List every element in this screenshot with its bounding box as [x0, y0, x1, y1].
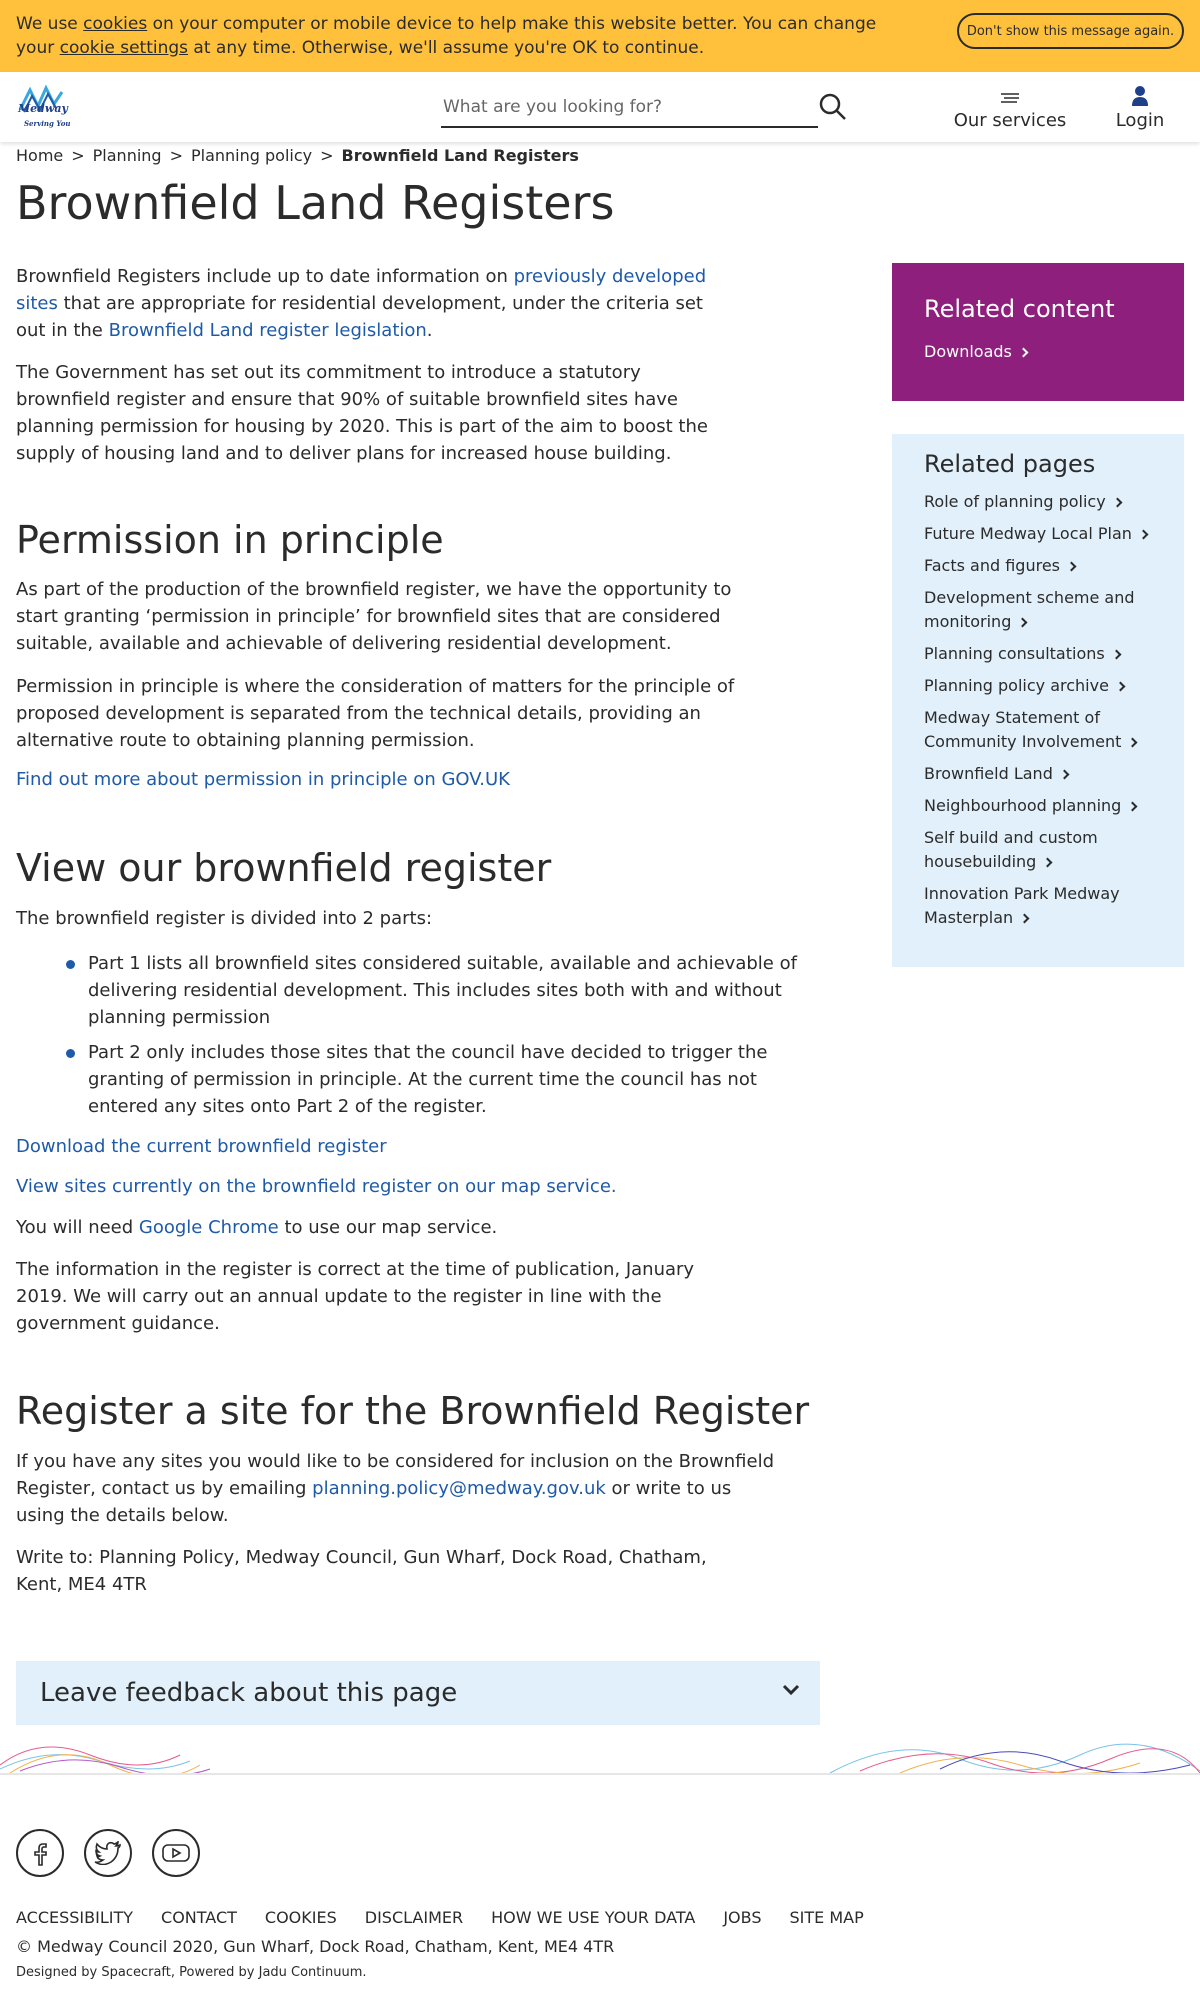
download-register-link[interactable]: Download the current brownfield register: [16, 1136, 387, 1157]
pip-paragraph-1: As part of the production of the brownfi…: [16, 579, 732, 654]
related-page-link[interactable]: Facts and figures: [924, 554, 1164, 578]
breadcrumb-separator: >: [320, 146, 334, 165]
breadcrumb: Home > Planning > Planning policy > Brownfield…: [16, 146, 579, 165]
breadcrumb-home[interactable]: Home: [16, 146, 63, 165]
medway-logo[interactable]: Medway Serving You: [16, 82, 80, 130]
twitter-icon: [94, 1841, 121, 1865]
cookie-message: We use cookies on your computer or mobil…: [16, 14, 877, 58]
related-page-link[interactable]: Neighbourhood planning: [924, 794, 1164, 818]
chevron-down-icon: [782, 1684, 800, 1696]
breadcrumb-current: Brownfield Land Registers: [341, 146, 579, 165]
write-to-address: Write to: Planning Policy, Medway Counci…: [16, 1547, 707, 1595]
related-pages-panel: Related pages Role of planning policy Fu…: [892, 434, 1184, 967]
menu-icon: [1001, 93, 1019, 103]
footer-link-disclaimer[interactable]: DISCLAIMER: [365, 1908, 463, 1927]
related-page-link[interactable]: Role of planning policy: [924, 490, 1164, 514]
feedback-title: Leave feedback about this page: [40, 1678, 458, 1708]
chevron-right-icon: [1019, 913, 1030, 924]
register-site-heading: Register a site for the Brownfield Regis…: [16, 1389, 810, 1433]
our-services-label: Our services: [953, 110, 1067, 131]
search-bar: [441, 90, 818, 128]
facebook-link[interactable]: [16, 1829, 64, 1877]
pip-paragraph-2: Permission in principle is where the con…: [16, 676, 735, 751]
twitter-link[interactable]: [84, 1829, 132, 1877]
user-icon: [1132, 86, 1148, 106]
list-item: Part 1 lists all brownfield sites consid…: [16, 950, 806, 1031]
dismiss-cookie-button[interactable]: Don't show this message again.: [957, 13, 1184, 49]
logo-tagline: Serving You: [24, 119, 71, 128]
feedback-accordion[interactable]: Leave feedback about this page: [16, 1661, 820, 1725]
related-page-link[interactable]: Planning policy archive: [924, 674, 1164, 698]
login-button[interactable]: Login: [1110, 82, 1170, 131]
related-page-link[interactable]: Development scheme and monitoring: [924, 586, 1164, 634]
register-parts-list: Part 1 lists all brownfield sites consid…: [16, 950, 806, 1128]
cookies-link[interactable]: cookies: [83, 14, 147, 34]
intro-paragraph: Brownfield Registers include up to date …: [16, 266, 707, 341]
chevron-right-icon: [1115, 681, 1126, 692]
cookie-banner: We use cookies on your computer or mobil…: [0, 0, 1200, 72]
chevron-right-icon: [1111, 649, 1122, 660]
chevron-right-icon: [1066, 561, 1077, 572]
footer-link-site-map[interactable]: SITE MAP: [790, 1908, 864, 1927]
footer-link-data[interactable]: HOW WE USE YOUR DATA: [491, 1908, 695, 1927]
footer-divider: [0, 1773, 1200, 1775]
chevron-right-icon: [1127, 801, 1138, 812]
our-services-button[interactable]: Our services: [950, 82, 1070, 131]
google-chrome-link[interactable]: Google Chrome: [139, 1217, 279, 1238]
permission-in-principle-heading: Permission in principle: [16, 518, 444, 562]
chevron-right-icon: [1112, 497, 1123, 508]
breadcrumb-separator: >: [71, 146, 85, 165]
related-page-link[interactable]: Innovation Park Medway Masterplan: [924, 882, 1164, 930]
youtube-icon: [162, 1844, 190, 1862]
related-page-link[interactable]: Self build and custom housebuilding: [924, 826, 1164, 874]
logo-text: Medway: [17, 102, 69, 115]
view-register-heading: View our brownfield register: [16, 846, 552, 890]
related-content-panel: Related content Downloads: [892, 263, 1184, 401]
chevron-right-icon: [1018, 347, 1029, 358]
chevron-right-icon: [1017, 617, 1028, 628]
copyright-text: © Medway Council 2020, Gun Wharf, Dock R…: [16, 1937, 615, 1956]
login-label: Login: [1115, 110, 1165, 131]
government-commitment-paragraph: The Government has set out its commitmen…: [16, 362, 708, 464]
search-icon[interactable]: [818, 92, 848, 122]
chevron-right-icon: [1059, 769, 1070, 780]
chrome-paragraph: You will need Google Chrome to use our m…: [16, 1217, 498, 1238]
cookie-settings-link[interactable]: cookie settings: [60, 38, 188, 58]
footer-link-accessibility[interactable]: ACCESSIBILITY: [16, 1908, 133, 1927]
map-service-link[interactable]: View sites currently on the brownfield r…: [16, 1176, 617, 1197]
footer-link-contact[interactable]: CONTACT: [161, 1908, 237, 1927]
breadcrumb-separator: >: [169, 146, 183, 165]
planning-policy-email-link[interactable]: planning.policy@medway.gov.uk: [312, 1478, 606, 1499]
list-item: Part 2 only includes those sites that th…: [16, 1039, 806, 1120]
related-page-link[interactable]: Medway Statement of Community Involvemen…: [924, 706, 1164, 754]
decorative-wave-art: [0, 1743, 1200, 1775]
register-info-paragraph: The information in the register is corre…: [16, 1259, 695, 1334]
youtube-link[interactable]: [152, 1829, 200, 1877]
chevron-right-icon: [1138, 529, 1149, 540]
related-page-link[interactable]: Future Medway Local Plan: [924, 522, 1164, 546]
facebook-icon: [34, 1843, 47, 1866]
search-input[interactable]: [441, 90, 771, 124]
footer-link-cookies[interactable]: COOKIES: [265, 1908, 337, 1927]
footer-links: ACCESSIBILITY CONTACT COOKIES DISCLAIMER HOW…: [16, 1908, 892, 1927]
breadcrumb-planning[interactable]: Planning: [93, 146, 162, 165]
page-title: Brownfield Land Registers: [16, 176, 615, 230]
footer-link-jobs[interactable]: JOBS: [723, 1908, 761, 1927]
brownfield-legislation-link[interactable]: Brownfield Land register legislation: [109, 320, 427, 341]
related-pages-list: Role of planning policy Future Medway Lo…: [924, 490, 1164, 938]
register-parts-intro: The brownfield register is divided into …: [16, 908, 433, 929]
gov-uk-pip-link[interactable]: Find out more about permission in princi…: [16, 769, 510, 790]
breadcrumb-planning-policy[interactable]: Planning policy: [191, 146, 312, 165]
related-page-link[interactable]: Brownfield Land: [924, 762, 1164, 786]
site-header: Medway Serving You Our services Login: [0, 72, 1200, 142]
chevron-right-icon: [1042, 857, 1053, 868]
related-pages-title: Related pages: [924, 450, 1096, 478]
chevron-right-icon: [1127, 737, 1138, 748]
register-site-paragraph: If you have any sites you would like to …: [16, 1451, 775, 1526]
related-content-title: Related content: [924, 295, 1115, 323]
downloads-link[interactable]: Downloads: [924, 342, 1029, 361]
designed-by-text: Designed by Spacecraft, Powered by Jadu …: [16, 1965, 367, 1980]
related-page-link[interactable]: Planning consultations: [924, 642, 1164, 666]
